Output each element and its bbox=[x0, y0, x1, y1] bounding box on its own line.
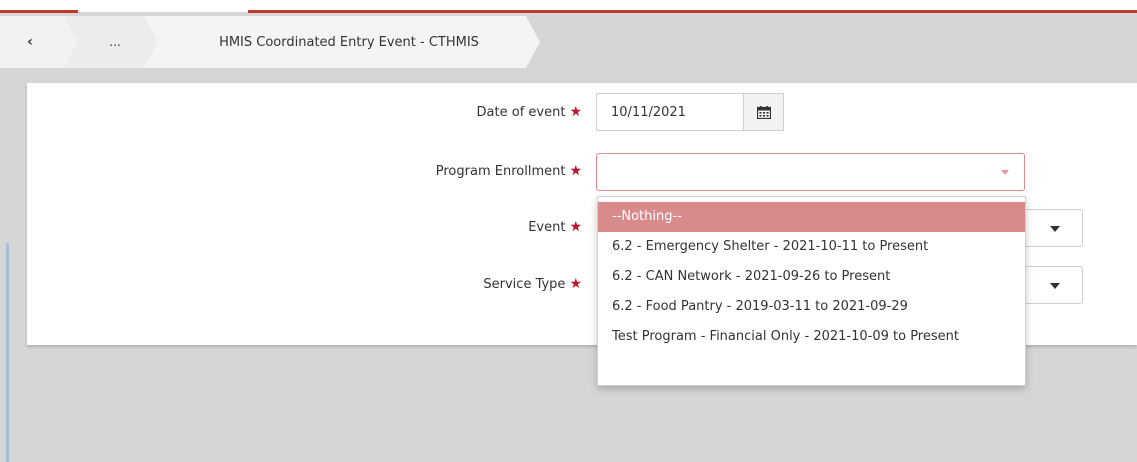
required-star-icon: ★ bbox=[569, 219, 582, 235]
program-enrollment-label-text: Program Enrollment bbox=[435, 164, 566, 179]
breadcrumb-back-button[interactable]: ‹ bbox=[0, 16, 80, 68]
breadcrumb-current-label: HMIS Coordinated Entry Event - CTHMIS bbox=[219, 34, 479, 50]
dropdown-option[interactable]: Test Program - Financial Only - 2021-10-… bbox=[598, 322, 1025, 352]
program-enrollment-dropdown: --Nothing-- 6.2 - Emergency Shelter - 20… bbox=[597, 196, 1026, 386]
breadcrumb-current: HMIS Coordinated Entry Event - CTHMIS bbox=[144, 16, 540, 68]
date-of-event-input[interactable]: 10/11/2021 bbox=[596, 93, 744, 131]
service-type-label-text: Service Type bbox=[483, 277, 566, 292]
required-star-icon: ★ bbox=[569, 163, 582, 179]
left-accent-bar bbox=[6, 243, 9, 462]
date-of-event-label-text: Date of event bbox=[476, 105, 566, 120]
program-enrollment-label: Program Enrollment ★ bbox=[282, 163, 582, 179]
header-accent-left bbox=[0, 10, 78, 13]
chevron-down-icon bbox=[1050, 226, 1060, 232]
chevron-down-icon bbox=[1050, 283, 1060, 289]
service-type-select[interactable] bbox=[1025, 266, 1083, 304]
program-enrollment-select[interactable] bbox=[596, 153, 1025, 191]
event-label-text: Event bbox=[528, 220, 566, 235]
breadcrumb: ‹ ... HMIS Coordinated Entry Event - CTH… bbox=[0, 16, 1137, 68]
breadcrumb-more-label: ... bbox=[109, 35, 121, 49]
chevron-left-icon: ‹ bbox=[27, 34, 33, 50]
dropdown-option[interactable]: 6.2 - Emergency Shelter - 2021-10-11 to … bbox=[598, 232, 1025, 262]
calendar-icon bbox=[756, 105, 771, 119]
header-accent-right bbox=[248, 10, 1137, 13]
calendar-button[interactable] bbox=[744, 93, 784, 131]
dropdown-option[interactable]: 6.2 - Food Pantry - 2019-03-11 to 2021-0… bbox=[598, 292, 1025, 322]
dropdown-option[interactable]: --Nothing-- bbox=[598, 202, 1025, 232]
date-of-event-value: 10/11/2021 bbox=[611, 104, 686, 120]
service-type-label: Service Type ★ bbox=[282, 276, 582, 292]
chevron-down-icon bbox=[1001, 170, 1009, 175]
event-select[interactable] bbox=[1025, 209, 1083, 247]
date-of-event-label: Date of event ★ bbox=[282, 104, 582, 120]
event-label: Event ★ bbox=[282, 219, 582, 235]
breadcrumb-more-button[interactable]: ... bbox=[64, 16, 160, 68]
dropdown-option[interactable]: 6.2 - CAN Network - 2021-09-26 to Presen… bbox=[598, 262, 1025, 292]
required-star-icon: ★ bbox=[569, 276, 582, 292]
required-star-icon: ★ bbox=[569, 104, 582, 120]
